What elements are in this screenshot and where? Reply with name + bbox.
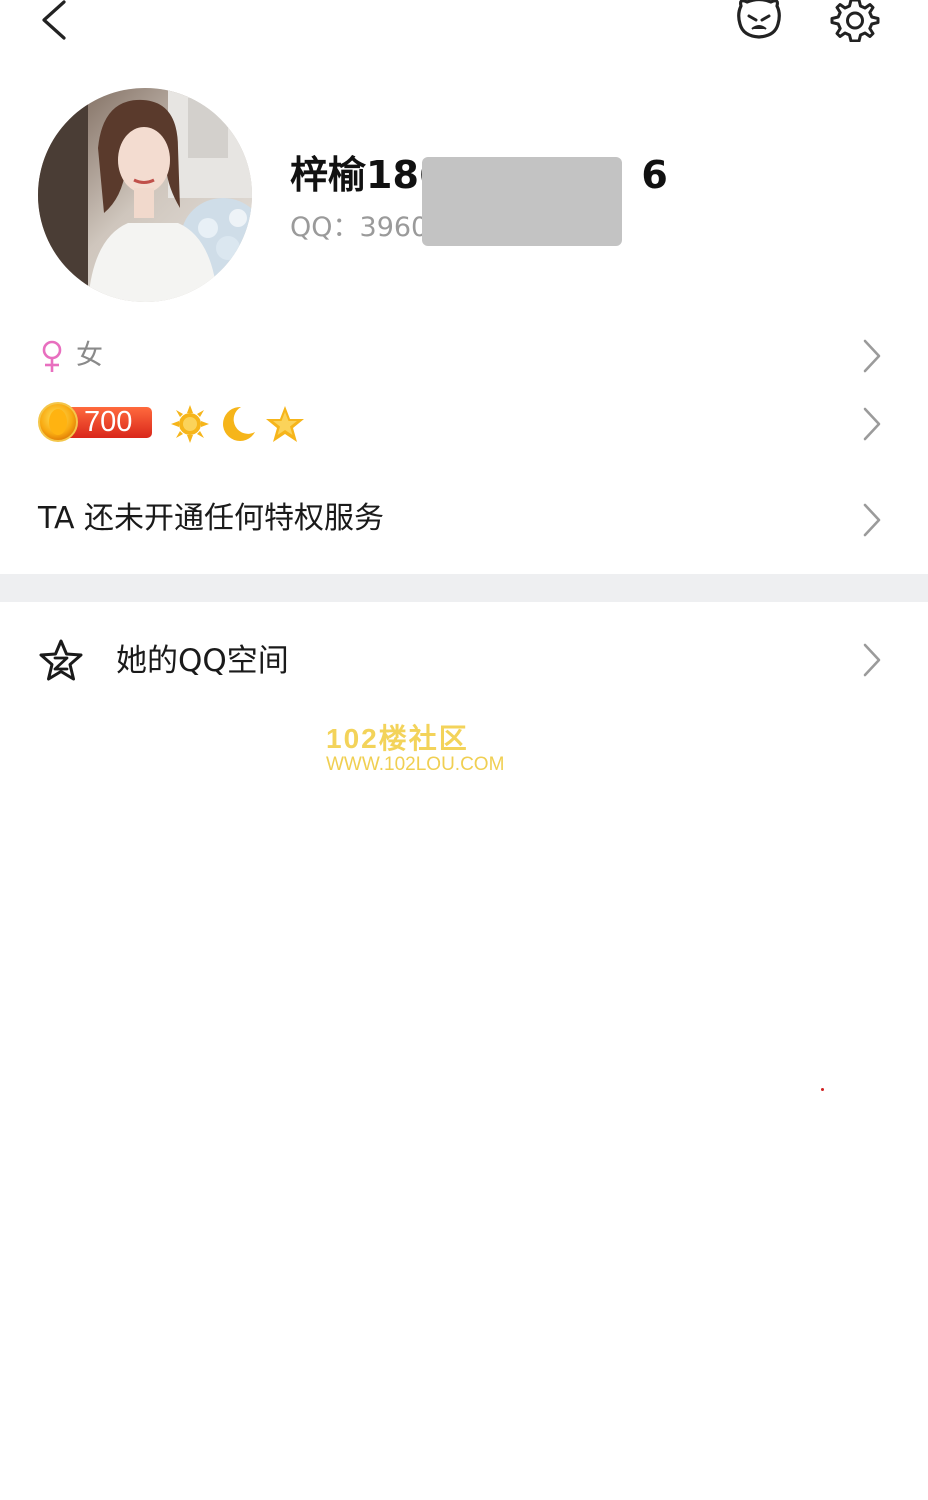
watermark-url: WWW.102LOU.COM	[326, 754, 505, 775]
pet-face-icon[interactable]	[734, 0, 784, 42]
moon-icon	[223, 406, 255, 441]
chevron-right-icon	[863, 503, 881, 537]
stray-dot	[821, 1088, 824, 1091]
star-icon	[266, 406, 304, 442]
watermark: 102楼社区 WWW.102LOU.COM	[326, 724, 566, 776]
redaction-box	[422, 157, 622, 246]
qq-label: QQ：	[290, 212, 360, 243]
section-divider	[0, 574, 928, 602]
qq-number: 3960	[359, 212, 429, 243]
avatar-photo	[38, 88, 252, 302]
level-number: 700	[84, 406, 133, 438]
gender-label: 女	[76, 340, 103, 371]
gender-row[interactable]: 女	[0, 332, 928, 378]
chevron-right-icon	[863, 643, 881, 677]
qzone-label: 她的QQ空间	[116, 643, 289, 679]
back-icon[interactable]	[30, 0, 80, 44]
female-icon	[42, 340, 62, 372]
nickname-suffix: 6	[641, 153, 668, 197]
privilege-text: TA 还未开通任何特权服务	[38, 501, 385, 536]
level-row[interactable]: 700	[0, 402, 928, 448]
avatar[interactable]	[38, 88, 252, 302]
watermark-title: 102楼社区	[326, 723, 469, 754]
privilege-row[interactable]: TA 还未开通任何特权服务	[0, 499, 928, 541]
chevron-right-icon	[863, 407, 881, 441]
qzone-star-icon	[39, 639, 83, 681]
qq-number-line: QQ：3960	[290, 210, 428, 246]
chevron-right-icon	[863, 339, 881, 373]
qzone-row[interactable]: 她的QQ空间	[0, 638, 928, 684]
settings-gear-icon[interactable]	[830, 0, 880, 42]
sun-icon	[171, 405, 209, 443]
